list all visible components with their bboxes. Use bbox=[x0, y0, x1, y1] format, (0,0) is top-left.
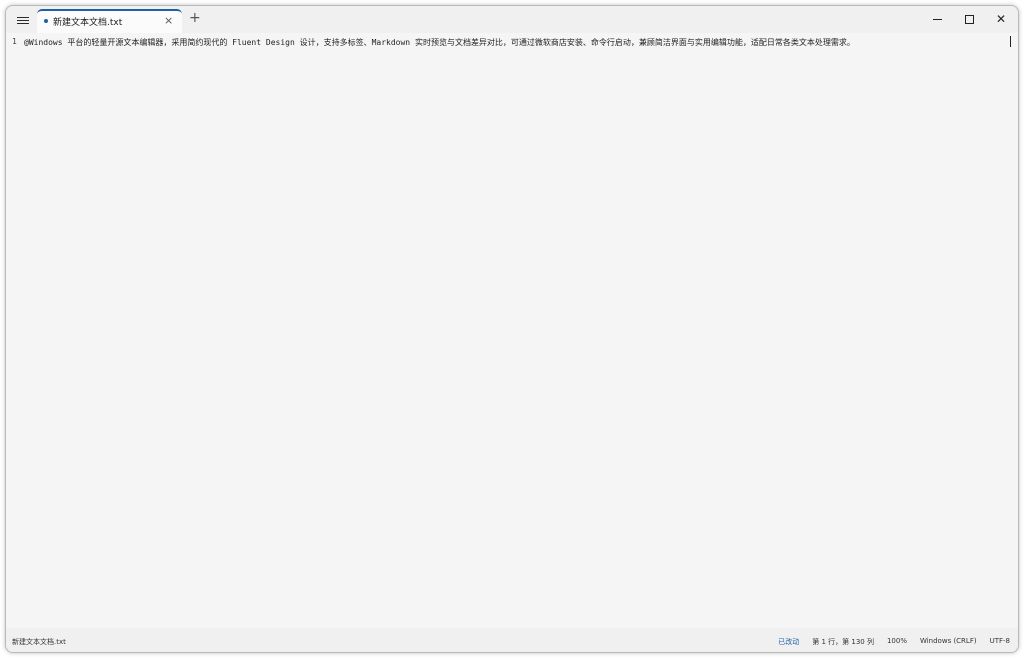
unsaved-dot-icon bbox=[44, 19, 48, 23]
notepad-window: 新建文本文档.txt × + ✕ 1 @Windows 平台的轻量开源文本编辑器… bbox=[5, 5, 1019, 653]
title-bar[interactable]: 新建文本文档.txt × + ✕ bbox=[6, 6, 1018, 33]
status-bar: 新建文本文档.txt 已改动 第 1 行，第 130 列 100% Window… bbox=[6, 628, 1018, 652]
status-modified[interactable]: 已改动 bbox=[778, 637, 799, 647]
status-encoding[interactable]: UTF-8 bbox=[990, 637, 1010, 647]
menu-icon[interactable] bbox=[12, 10, 34, 30]
line-number: 1 bbox=[12, 37, 17, 46]
tab-close-icon[interactable]: × bbox=[164, 14, 173, 27]
minimize-button[interactable] bbox=[922, 9, 952, 29]
tab-title: 新建文本文档.txt bbox=[53, 18, 123, 28]
text-cursor bbox=[1010, 36, 1011, 47]
status-line-ending[interactable]: Windows (CRLF) bbox=[920, 637, 977, 647]
maximize-icon bbox=[964, 14, 974, 24]
status-cursor-position[interactable]: 第 1 行，第 130 列 bbox=[812, 637, 874, 647]
status-zoom[interactable]: 100% bbox=[887, 637, 907, 647]
tab-document[interactable]: 新建文本文档.txt × bbox=[37, 9, 182, 33]
close-button[interactable]: ✕ bbox=[986, 9, 1016, 29]
minimize-icon bbox=[932, 18, 942, 20]
close-icon: ✕ bbox=[995, 12, 1007, 26]
maximize-button[interactable] bbox=[954, 9, 984, 29]
new-tab-icon[interactable]: + bbox=[189, 10, 201, 26]
text-editor[interactable]: 1 @Windows 平台的轻量开源文本编辑器，采用简约现代的 Fluent D… bbox=[6, 33, 1018, 631]
editor-line[interactable]: @Windows 平台的轻量开源文本编辑器，采用简约现代的 Fluent Des… bbox=[24, 37, 1009, 48]
status-right-group: 已改动 第 1 行，第 130 列 100% Windows (CRLF) UT… bbox=[778, 637, 1010, 647]
status-filename: 新建文本文档.txt bbox=[12, 638, 66, 646]
